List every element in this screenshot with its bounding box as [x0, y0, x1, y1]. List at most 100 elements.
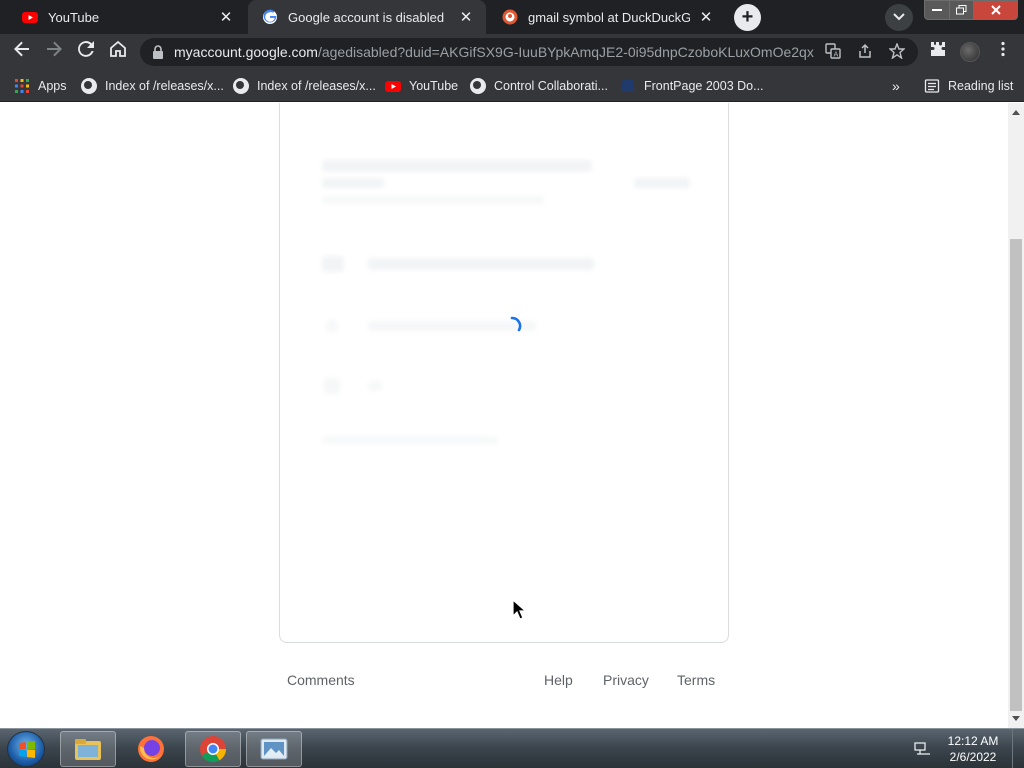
- chrome-icon: [200, 736, 227, 763]
- url-path: /agedisabled?duid=AKGifSX9G-IuuBYpkAmqJE…: [317, 44, 814, 60]
- loading-placeholder: [326, 320, 338, 332]
- start-button[interactable]: [7, 731, 45, 767]
- loading-placeholder: [322, 436, 498, 444]
- picture-icon: [260, 738, 288, 760]
- minimize-button[interactable]: [924, 0, 950, 20]
- taskbar-image-viewer[interactable]: [246, 731, 302, 767]
- bookmarks-bar: Apps Index of /releases/x... Index of /r…: [0, 70, 1024, 102]
- translate-icon[interactable]: A: [824, 43, 842, 61]
- taskbar-clock[interactable]: 12:12 AM 2/6/2022: [940, 733, 1006, 765]
- loading-spinner-icon: [510, 316, 522, 332]
- bookmark-index-releases-2[interactable]: Index of /releases/x...: [233, 77, 376, 95]
- restore-button[interactable]: [949, 0, 974, 20]
- apps-grid-icon: [14, 78, 30, 94]
- taskbar-firefox[interactable]: [123, 731, 179, 767]
- globe-icon: [233, 78, 249, 94]
- puzzle-icon: [931, 42, 945, 56]
- bookmark-label: Control Collaborati...: [494, 79, 608, 93]
- duckduckgo-icon: [502, 9, 518, 25]
- scroll-down-icon[interactable]: [1012, 716, 1020, 721]
- frontpage-icon: [620, 78, 636, 94]
- reload-icon: [78, 41, 94, 57]
- bookmark-label: YouTube: [409, 79, 459, 93]
- loading-placeholder: [324, 378, 340, 394]
- taskbar-chrome[interactable]: [185, 731, 241, 767]
- chevron-down-icon: [893, 13, 905, 21]
- star-icon[interactable]: [888, 42, 906, 61]
- close-icon[interactable]: ✕: [698, 8, 714, 26]
- tab-strip: YouTube ✕ Google account is disabled ✕ g…: [0, 0, 1024, 34]
- google-icon: [262, 9, 278, 25]
- extensions-button[interactable]: [926, 40, 950, 64]
- windows-taskbar: 12:12 AM 2/6/2022: [0, 728, 1024, 768]
- tab-title: Google account is disabled: [288, 9, 445, 25]
- scrollbar-thumb[interactable]: [1010, 239, 1022, 711]
- bookmark-label: Apps: [38, 79, 67, 93]
- windows-logo-icon: [19, 741, 35, 758]
- tab-duckduckgo[interactable]: gmail symbol at DuckDuckGo ✕: [488, 0, 726, 34]
- loading-placeholder: [368, 381, 382, 391]
- account-card: [279, 103, 729, 643]
- window-close-button[interactable]: [973, 0, 1018, 20]
- terms-link[interactable]: Terms: [677, 672, 715, 688]
- tab-youtube[interactable]: YouTube ✕: [8, 0, 246, 34]
- home-button[interactable]: [106, 40, 130, 64]
- clock-date: 2/6/2022: [949, 750, 997, 764]
- bookmark-label: Index of /releases/x...: [105, 79, 224, 93]
- url-text: myaccount.google.com/agedisabled?duid=AK…: [174, 44, 814, 60]
- bookmarks-overflow-button[interactable]: »: [892, 77, 900, 95]
- forward-button[interactable]: [42, 40, 66, 64]
- privacy-link[interactable]: Privacy: [603, 672, 649, 688]
- reading-list-icon: [924, 78, 940, 94]
- loading-placeholder: [322, 256, 344, 272]
- reading-list-button[interactable]: Reading list: [924, 77, 1013, 95]
- mouse-cursor-icon: [512, 599, 528, 620]
- browser-toolbar: myaccount.google.com/agedisabled?duid=AK…: [0, 34, 1024, 70]
- bookmark-label: Index of /releases/x...: [257, 79, 376, 93]
- vertical-scrollbar[interactable]: [1008, 103, 1024, 728]
- menu-button[interactable]: [991, 40, 1015, 64]
- show-desktop-button[interactable]: [1012, 729, 1024, 768]
- bookmark-control-collaboration[interactable]: Control Collaborati...: [470, 77, 608, 95]
- close-icon[interactable]: ✕: [458, 8, 474, 26]
- reload-button[interactable]: [74, 40, 98, 64]
- firefox-icon: [138, 736, 164, 762]
- bookmark-youtube[interactable]: YouTube: [385, 77, 458, 95]
- loading-placeholder: [322, 178, 384, 188]
- profile-avatar[interactable]: [960, 42, 980, 62]
- back-button[interactable]: [10, 40, 34, 64]
- globe-icon: [81, 78, 97, 94]
- clock-time: 12:12 AM: [947, 734, 999, 748]
- loading-placeholder: [368, 258, 594, 270]
- loading-placeholder: [634, 178, 690, 188]
- tab-title: gmail symbol at DuckDuckGo: [528, 9, 690, 25]
- bookmark-label: FrontPage 2003 Do...: [644, 79, 764, 93]
- close-icon: [990, 5, 1001, 15]
- home-icon: [110, 40, 126, 57]
- scroll-up-icon[interactable]: [1012, 110, 1020, 115]
- lock-icon[interactable]: [152, 45, 164, 59]
- tab-google-account[interactable]: Google account is disabled ✕: [248, 0, 486, 34]
- tab-search-button[interactable]: [885, 4, 913, 31]
- folder-icon: [75, 739, 101, 760]
- globe-icon: [470, 78, 486, 94]
- network-icon[interactable]: [914, 741, 932, 757]
- new-tab-button[interactable]: +: [734, 4, 761, 31]
- tab-title: YouTube: [48, 9, 100, 25]
- minimize-icon: [932, 9, 942, 11]
- double-chevron-right-icon: »: [892, 78, 900, 94]
- bookmark-apps[interactable]: Apps: [14, 77, 67, 95]
- page-content: Comments Help Privacy Terms: [0, 103, 1008, 728]
- youtube-icon: [385, 78, 401, 94]
- address-bar[interactable]: myaccount.google.com/agedisabled?duid=AK…: [140, 38, 918, 66]
- svg-text:A: A: [834, 51, 839, 59]
- taskbar-file-explorer[interactable]: [60, 731, 116, 767]
- more-vert-icon: [1001, 41, 1005, 57]
- share-icon[interactable]: [856, 43, 874, 61]
- close-icon[interactable]: ✕: [218, 8, 234, 26]
- help-link[interactable]: Help: [544, 672, 573, 688]
- comments-link[interactable]: Comments: [287, 672, 355, 688]
- bookmark-frontpage-2003[interactable]: FrontPage 2003 Do...: [620, 77, 764, 95]
- restore-icon: [956, 5, 967, 15]
- bookmark-index-releases-1[interactable]: Index of /releases/x...: [81, 77, 224, 95]
